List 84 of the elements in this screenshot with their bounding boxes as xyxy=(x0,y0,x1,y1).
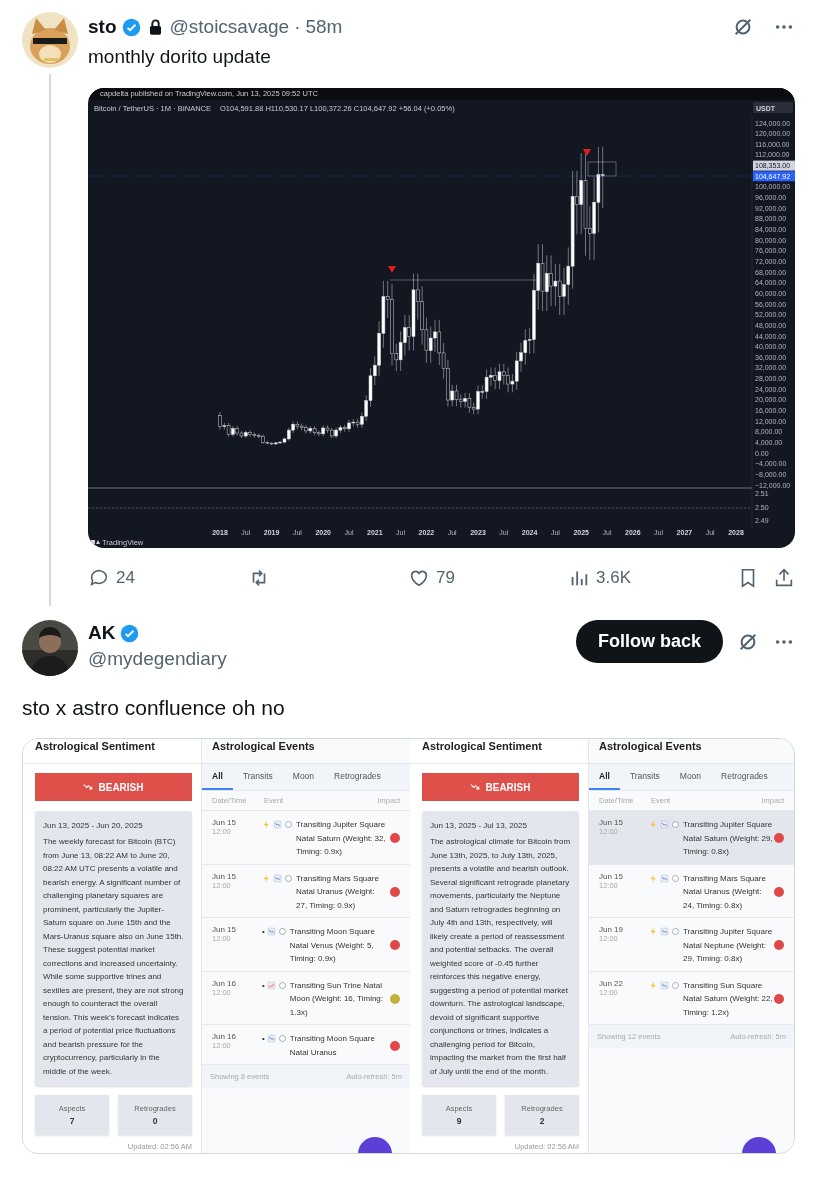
event-text: Transiting Moon Square Natal Uranus xyxy=(289,1033,376,1059)
stat-value: 2 xyxy=(539,1116,545,1126)
circle-icon xyxy=(277,927,287,937)
tab[interactable]: Moon xyxy=(669,764,712,790)
signal-label: BEARISH xyxy=(98,781,144,793)
event-date: Jun 19 xyxy=(599,925,625,934)
tab[interactable]: Moon xyxy=(282,764,325,790)
lightning-icon xyxy=(649,820,658,830)
user-handle[interactable]: @stoicsavage xyxy=(169,16,290,38)
forecast-text: The astrological climate for Bitcoin from June 13th, 2025, to July 13th, 2025, presents a volatile and bearish outlook. Several significant retrograde planetary movements, particularly the Neptune and Saturn retrogrades beginning on July 4th and 13th, respectively, will likely create a period of reassessment and potential setbacks. The overall weighted score of -0.45 further reinforces this negative energy, suggesting a period of potential market downturn. The astrological landscape, devoid of significant supportive conjunctions or trines, indicates a challenging period for Bitcoin, impacting the market from the first half of July until the end of the month. xyxy=(430,836,571,1078)
lightning-icon xyxy=(649,873,658,883)
views-button[interactable]: 3.6K xyxy=(568,567,631,589)
circle-icon xyxy=(277,1034,287,1044)
tab[interactable]: Transits xyxy=(619,764,670,790)
circle-icon xyxy=(277,980,287,990)
event-date: Jun 15 xyxy=(212,925,238,934)
event-date: Jun 16 xyxy=(212,978,238,988)
event-date: Jun 15 xyxy=(212,871,238,881)
like-button[interactable]: 79 xyxy=(408,567,455,589)
date-range: Jun 13, 2025 - Jul 13, 2025 xyxy=(430,820,528,832)
circle-icon xyxy=(671,873,680,883)
stat-value: 9 xyxy=(456,1116,462,1126)
logo-icon xyxy=(91,540,100,544)
event-date: Jun 16 xyxy=(212,1032,238,1041)
slashed-circle-icon[interactable] xyxy=(732,16,754,38)
lightning-icon xyxy=(649,980,658,990)
chart-down-icon xyxy=(273,820,282,830)
chart-down-icon xyxy=(273,873,282,883)
trend-down-icon xyxy=(83,782,94,792)
event-text: Transiting Mars Square Natal Uranus (Weight: 24, Timing: 0.8x) xyxy=(683,872,767,912)
lightning-icon xyxy=(649,927,658,937)
bullet: • xyxy=(262,979,265,992)
user-handle[interactable]: @mydegendiary xyxy=(88,648,227,670)
separator: · xyxy=(294,16,301,38)
share-button[interactable] xyxy=(773,567,795,589)
circle-icon xyxy=(284,873,293,883)
circle-icon xyxy=(671,820,680,830)
follow-button[interactable]: Follow back xyxy=(575,620,723,663)
lightning-icon xyxy=(262,873,271,883)
user-name: sto xyxy=(88,16,117,38)
signal-label: BEARISH xyxy=(485,781,531,793)
stat-value: 0 xyxy=(152,1116,158,1126)
event-text: Transiting Mars Square Natal Uranus (Weight: 27, Timing: 0.9x) xyxy=(296,872,380,912)
event-date: Jun 15 xyxy=(599,871,625,881)
chart-down-icon xyxy=(660,820,669,830)
event-text: Transiting Jupiter Square Natal Saturn (Weight: 29, Timing: 0.8x) xyxy=(683,819,773,858)
circle-icon xyxy=(284,820,293,830)
chart-down-icon xyxy=(660,873,669,883)
date-range: Jun 13, 2025 - Jun 20, 2025 xyxy=(43,820,144,832)
tab[interactable]: Retrogrades xyxy=(711,764,778,790)
bullet: • xyxy=(262,1033,265,1045)
lightning-icon xyxy=(262,820,271,830)
tab[interactable]: Retrogrades xyxy=(324,764,391,790)
event-text: Transiting Sun Square Natal Saturn (Weight: 22, Timing: 1.2x) xyxy=(683,979,773,1019)
circle-icon xyxy=(671,980,680,990)
stat-value: 7 xyxy=(69,1116,75,1126)
tab[interactable]: All xyxy=(589,764,620,790)
event-date: Jun 15 xyxy=(212,818,238,827)
share-icon xyxy=(773,567,795,589)
event-date: Jun 15 xyxy=(599,818,625,827)
triangle-marker xyxy=(388,266,396,273)
trend-down-icon xyxy=(470,782,481,792)
chart-up-icon xyxy=(266,980,276,990)
event-text: Transiting Sun Trine Natal Moon (Weight: 16, Timing: 1.3x) xyxy=(289,979,385,1019)
forecast-text: The weekly forecast for Bitcoin (BTC) from June 13, 08:22 AM to June 20, 08:22 AM UTC presents a volatile and bearish energy. A significant number of challenging planetary squares are prominent, particularly the Jupiter-Saturn square on June 15th and the Mars-Uranus square also on June 15th. These suggest potential market corrections and increased uncertainty. While some supportive trines and sextiles are present, they are not strong enough to counteract the overall tension. This week's forecast indicates a period of potential price fluctuations and bearish pressure for the cryptocurrency, particularly in the middle of the week. xyxy=(43,836,184,1078)
post-time[interactable]: 58m xyxy=(305,16,343,38)
circle-icon xyxy=(671,927,680,937)
bullet: • xyxy=(262,926,265,938)
reply-button[interactable]: 24 xyxy=(88,567,135,589)
event-text: Transiting Jupiter Square Natal Saturn (Weight: 32, Timing: 0.9x) xyxy=(296,819,386,858)
range-box xyxy=(587,161,617,177)
post-text: sto x astro confluence oh no xyxy=(21,696,286,720)
event-date: Jun 22 xyxy=(599,978,625,988)
tab[interactable]: All xyxy=(202,764,233,790)
chart-down-icon xyxy=(660,927,669,937)
chart-down-icon xyxy=(660,980,669,990)
post-text: monthly dorito update xyxy=(88,45,272,69)
chart-down-icon xyxy=(266,927,276,937)
event-text: Transiting Jupiter Square Natal Neptune (Weight: 29, Timing: 0.8x) xyxy=(683,926,773,965)
tab[interactable]: Transits xyxy=(232,764,283,790)
chart-down-icon xyxy=(266,1034,276,1044)
triangle-marker xyxy=(583,149,591,156)
user-name: AK xyxy=(88,622,116,644)
event-text: Transiting Moon Square Natal Venus (Weight: 5, Timing: 0.9x) xyxy=(289,926,376,965)
